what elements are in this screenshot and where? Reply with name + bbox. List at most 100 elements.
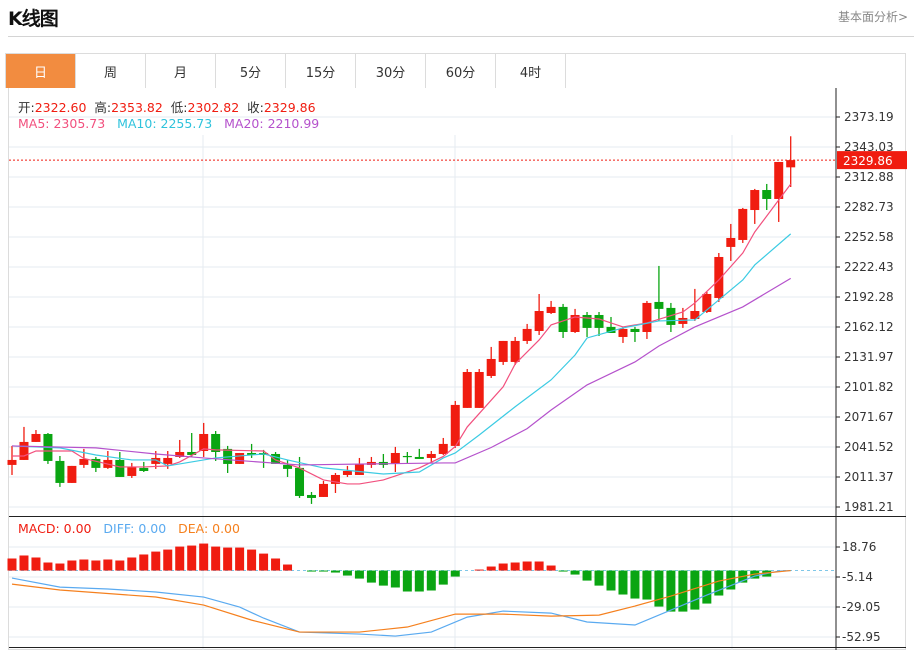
low-value: 2302.82 [187,100,240,115]
price-tick-label: 2041.52 [844,440,894,454]
macd-bar-positive [223,547,233,571]
macd-bar-negative [642,570,652,600]
candle-up [618,328,628,337]
macd-bar-negative [606,570,616,591]
candle-up [738,208,748,240]
macd-bar-positive [510,562,520,571]
candle-down [115,459,125,477]
candle-up [354,463,364,475]
macd-tick-label: 18.76 [842,540,876,554]
ma5-line [12,183,792,485]
last-price-label: 2329.86 [843,154,893,168]
macd-bar-positive [139,554,149,571]
candle-up [163,457,173,464]
high-label: 高: [94,100,112,115]
macd-bar-positive [474,569,484,571]
candle-down [414,456,424,459]
macd-bar-negative [318,570,328,572]
low-label: 低: [170,100,188,115]
price-tick-label: 2192.28 [844,290,894,304]
candle-down [762,190,772,199]
macd-bar-negative [438,570,448,585]
candle-up [546,306,556,313]
candle-up [79,458,89,465]
macd-bar-positive [67,560,77,571]
candle-up [426,453,436,458]
macd-bar-positive [534,561,544,571]
macd-bar-positive [7,558,17,571]
candle-up [19,441,29,460]
candle-up [7,459,17,465]
price-tick-label: 2011.37 [844,470,894,484]
macd-bar-positive [259,553,269,571]
candle-up [750,190,760,211]
candle-up [534,311,544,332]
open-label: 开: [18,100,35,115]
candle-down [582,314,592,328]
macd-bar-negative [378,570,388,586]
ma10-value: MA10: 2255.73 [117,116,213,131]
macd-bar-negative [307,570,316,572]
candle-up [726,237,736,247]
macd-bar-positive [31,557,41,571]
macd-bar-negative [342,570,352,576]
ma10-line [11,233,792,475]
candle-up [486,358,496,376]
macd-tick-label: -5.14 [842,570,873,584]
ma5-value: MA5: 2305.73 [18,116,106,131]
candle-up [318,483,328,497]
macd-bar-positive [187,545,197,571]
candle-up [786,160,796,168]
macd-legend: MACD: 0.00 DIFF: 0.00 DEA: 0.00 [18,521,240,536]
macd-bar-negative [630,570,640,599]
price-tick-label: 2252.58 [844,230,894,244]
price-tick-label: 2071.67 [844,410,894,424]
macd-bar-negative [570,570,580,575]
macd-bar-positive [91,560,101,571]
macd-tick-label: -29.05 [842,600,881,614]
price-tick-label: 2373.19 [844,110,894,124]
macd-bar-positive [163,549,173,571]
candle-down [295,467,305,496]
macd-bar-negative [582,570,592,581]
candle-up [642,302,652,332]
candle-down [307,494,316,498]
macd-bar-positive [55,563,65,571]
open-value: 2322.60 [34,100,87,115]
macd-bar-negative [702,570,712,604]
macd-bar-positive [175,546,185,571]
candle-down [594,314,604,328]
macd-bar-positive [79,559,89,571]
price-tick-label: 2222.43 [844,260,894,274]
macd-bar-negative [414,570,424,592]
diff-value: DIFF: 0.00 [103,521,167,536]
candle-up [438,443,448,454]
candle-up [390,452,400,464]
macd-bar-negative [330,570,340,573]
macd-bar-positive [247,549,257,571]
macd-bar-negative [666,570,676,612]
price-tick-label: 1981.21 [844,500,894,514]
candle-up [774,161,784,199]
close-label: 收: [247,100,264,115]
candle-up [510,340,520,362]
candle-up [522,328,532,341]
macd-bar-positive [151,551,161,571]
macd-bar-positive [127,557,137,571]
macd-bar-negative [366,570,376,583]
dea-value: DEA: 0.00 [178,521,240,536]
macd-bar-negative [402,570,412,592]
candle-up [67,465,77,483]
macd-bar-positive [199,543,209,571]
close-value: 2329.86 [263,100,316,115]
macd-bar-positive [486,566,496,571]
macd-bar-positive [103,559,113,571]
macd-bar-positive [498,563,508,571]
macd-bar-positive [271,558,281,571]
ohlc-legend: 开:2322.60 高:2353.82 低:2302.82 收:2329.86 [18,97,316,116]
candle-up [474,371,484,408]
macd-bar-positive [19,555,29,571]
macd-bar-positive [546,565,556,571]
macd-value: MACD: 0.00 [18,521,92,536]
macd-bar-negative [618,570,628,595]
